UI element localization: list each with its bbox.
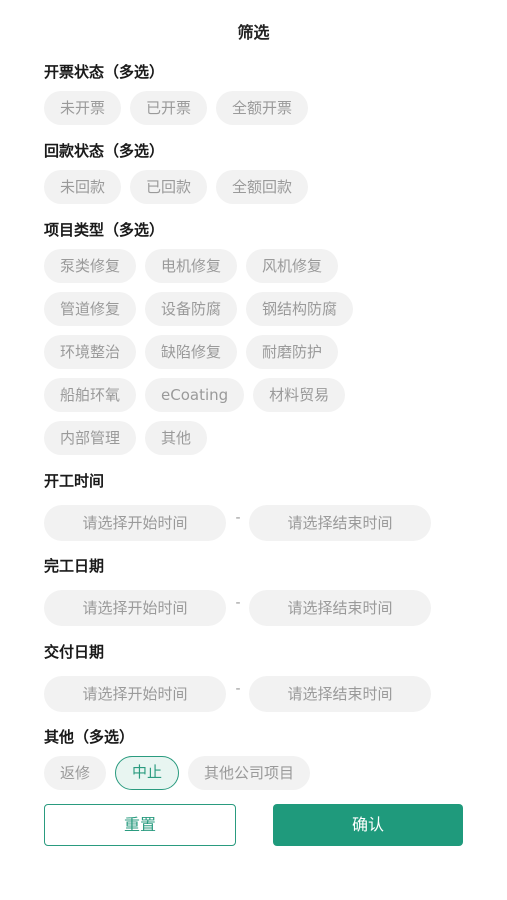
chip-internal-management[interactable]: 内部管理	[44, 421, 137, 455]
delivery-date-range: -	[44, 676, 432, 712]
chip-suspended[interactable]: 中止	[115, 756, 180, 790]
chip-paid[interactable]: 已回款	[130, 170, 208, 204]
chip-pump-repair[interactable]: 泵类修复	[44, 249, 137, 283]
payment-status-label: 回款状态（多选）	[44, 142, 165, 160]
delivery-date-begin-input[interactable]	[44, 676, 226, 712]
project-type-row-4: 船舶环氧 eCoating 材料贸易	[44, 378, 346, 412]
complete-date-begin-input[interactable]	[44, 590, 226, 626]
complete-date-label: 完工日期	[44, 557, 105, 575]
delivery-date-end-input[interactable]	[249, 676, 431, 712]
chip-steel-anticorrosion[interactable]: 钢结构防腐	[246, 292, 354, 326]
chip-fully-invoiced[interactable]: 全额开票	[216, 91, 309, 125]
chip-equipment-anticorrosion[interactable]: 设备防腐	[145, 292, 238, 326]
reset-button[interactable]: 重置	[44, 804, 236, 846]
project-type-row-5: 内部管理 其他	[44, 421, 208, 455]
chip-rework[interactable]: 返修	[44, 756, 107, 790]
chip-fan-repair[interactable]: 风机修复	[246, 249, 339, 283]
project-type-row-1: 泵类修复 电机修复 风机修复	[44, 249, 339, 283]
invoice-status-options: 未开票 已开票 全额开票	[44, 91, 309, 125]
chip-not-invoiced[interactable]: 未开票	[44, 91, 122, 125]
project-type-row-3: 环境整治 缺陷修复 耐磨防护	[44, 335, 339, 369]
chip-ecoating[interactable]: eCoating	[145, 378, 245, 412]
start-date-label: 开工时间	[44, 472, 105, 490]
start-date-range: -	[44, 505, 432, 541]
chip-ship-epoxy[interactable]: 船舶环氧	[44, 378, 137, 412]
chip-material-trade[interactable]: 材料贸易	[253, 378, 346, 412]
delivery-date-label: 交付日期	[44, 643, 105, 661]
chip-pipe-repair[interactable]: 管道修复	[44, 292, 137, 326]
payment-status-options: 未回款 已回款 全额回款	[44, 170, 309, 204]
complete-date-range: -	[44, 590, 432, 626]
date-range-separator: -	[235, 510, 241, 526]
chip-wear-protection[interactable]: 耐磨防护	[246, 335, 339, 369]
chip-defect-repair[interactable]: 缺陷修复	[145, 335, 238, 369]
chip-not-paid[interactable]: 未回款	[44, 170, 122, 204]
other-options: 返修 中止 其他公司项目	[44, 756, 311, 790]
chip-fully-paid[interactable]: 全额回款	[216, 170, 309, 204]
start-date-begin-input[interactable]	[44, 505, 226, 541]
start-date-end-input[interactable]	[249, 505, 431, 541]
complete-date-end-input[interactable]	[249, 590, 431, 626]
project-type-row-2: 管道修复 设备防腐 钢结构防腐	[44, 292, 354, 326]
chip-motor-repair[interactable]: 电机修复	[145, 249, 238, 283]
date-range-separator: -	[235, 595, 241, 611]
other-label: 其他（多选）	[44, 728, 135, 746]
invoice-status-label: 开票状态（多选）	[44, 63, 165, 81]
page-title: 筛选	[237, 23, 270, 42]
chip-other-type[interactable]: 其他	[145, 421, 208, 455]
chip-environment-remediation[interactable]: 环境整治	[44, 335, 137, 369]
chip-other-company-project[interactable]: 其他公司项目	[188, 756, 311, 790]
date-range-separator: -	[235, 681, 241, 697]
chip-invoiced[interactable]: 已开票	[130, 91, 208, 125]
project-type-label: 项目类型（多选）	[44, 221, 165, 239]
confirm-button[interactable]: 确认	[273, 804, 463, 846]
